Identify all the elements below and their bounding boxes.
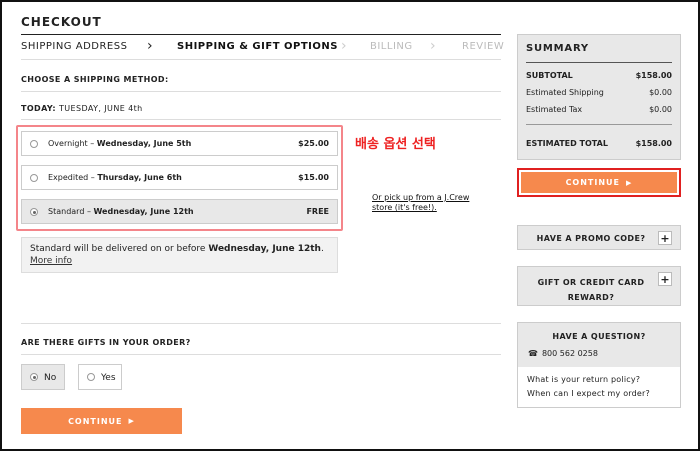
title-divider: [21, 34, 501, 35]
button-label: CONTINUE: [68, 416, 123, 426]
radio-button-selected[interactable]: [30, 373, 38, 381]
checkout-steps: SHIPPING ADDRESS › SHIPPING & GIFT OPTIO…: [21, 38, 505, 55]
shipping-method-heading: CHOOSE A SHIPPING METHOD:: [21, 75, 169, 84]
divider: [21, 354, 501, 355]
chevron-right-icon: ›: [430, 38, 436, 54]
phone-icon: ☎: [528, 349, 538, 358]
gift-option-yes[interactable]: Yes: [78, 364, 122, 390]
shipping-option-standard[interactable]: Standard – Wednesday, June 12th FREE: [21, 199, 338, 224]
divider: [21, 323, 501, 324]
today-date: TODAY: TUESDAY, JUNE 4th: [21, 104, 143, 113]
shipping-option-expedited[interactable]: Expedited – Thursday, June 6th $15.00: [21, 165, 338, 190]
summary-row-tax: Estimated Tax $0.00: [526, 105, 672, 114]
annotation-label: 배송 옵션 선택: [355, 137, 436, 152]
gift-card-toggle[interactable]: GIFT OR CREDIT CARD REWARD? +: [517, 266, 681, 306]
continue-button-sidebar[interactable]: CONTINUE ▶: [521, 172, 677, 193]
promo-code-toggle[interactable]: HAVE A PROMO CODE? +: [517, 225, 681, 250]
faq-return-policy-link[interactable]: What is your return policy?: [527, 375, 640, 384]
caret-right-icon: ▶: [128, 417, 135, 425]
row-value: $0.00: [649, 88, 672, 97]
gift-option-no[interactable]: No: [21, 364, 65, 390]
delivery-info-box: Standard will be delivered on or before …: [21, 237, 338, 273]
radio-button[interactable]: [87, 373, 95, 381]
help-panel: HAVE A QUESTION? ☎ 800 562 0258 What is …: [517, 322, 681, 408]
plus-icon[interactable]: +: [658, 231, 672, 245]
summary-row-shipping: Estimated Shipping $0.00: [526, 88, 672, 97]
summary-row-total: ESTIMATED TOTAL $158.00: [526, 139, 672, 148]
step-review: REVIEW: [462, 41, 505, 52]
step-billing: BILLING: [370, 41, 413, 52]
step-shipping-gift-options: SHIPPING & GIFT OPTIONS: [177, 41, 338, 52]
summary-divider: [526, 62, 672, 63]
gift-card-label: GIFT OR CREDIT CARD REWARD?: [537, 278, 645, 302]
continue-button-bottom[interactable]: CONTINUE ▶: [21, 408, 182, 434]
faq-order-timing-link[interactable]: When can I expect my order?: [527, 389, 650, 398]
option-label: No: [44, 373, 57, 383]
phone-number: 800 562 0258: [541, 349, 598, 358]
option-price: $15.00: [298, 173, 329, 182]
chevron-right-icon: ›: [147, 38, 153, 54]
phone-contact[interactable]: ☎ 800 562 0258: [528, 349, 598, 358]
gifts-question: ARE THERE GIFTS IN YOUR ORDER?: [21, 338, 191, 347]
option-label: Overnight – Wednesday, June 5th: [48, 139, 192, 148]
summary-divider: [526, 124, 672, 125]
radio-button[interactable]: [30, 140, 38, 148]
help-title: HAVE A QUESTION?: [552, 332, 646, 341]
radio-button[interactable]: [30, 174, 38, 182]
divider: [21, 119, 501, 120]
row-value: $158.00: [635, 139, 672, 148]
summary-title: SUMMARY: [526, 43, 589, 54]
chevron-right-icon: ›: [341, 38, 347, 54]
row-label: ESTIMATED TOTAL: [526, 139, 608, 148]
option-label: Standard – Wednesday, June 12th: [48, 207, 194, 216]
summary-row-subtotal: SUBTOTAL $158.00: [526, 71, 672, 80]
row-label: Estimated Shipping: [526, 88, 604, 97]
steps-divider: [21, 59, 501, 60]
divider: [21, 91, 501, 92]
shipping-option-overnight[interactable]: Overnight – Wednesday, June 5th $25.00: [21, 131, 338, 156]
help-header: HAVE A QUESTION? ☎ 800 562 0258: [518, 323, 680, 367]
caret-right-icon: ▶: [626, 178, 633, 187]
row-label: Estimated Tax: [526, 105, 583, 114]
option-label: Yes: [101, 373, 116, 383]
row-value: $158.00: [635, 71, 672, 80]
plus-icon[interactable]: +: [658, 272, 672, 286]
option-label: Expedited – Thursday, June 6th: [48, 173, 182, 182]
radio-button-selected[interactable]: [30, 208, 38, 216]
button-label: CONTINUE: [565, 178, 621, 187]
promo-label: HAVE A PROMO CODE?: [536, 234, 646, 243]
page-title: CHECKOUT: [21, 15, 102, 29]
more-info-link[interactable]: More info: [30, 256, 72, 266]
step-shipping-address[interactable]: SHIPPING ADDRESS: [21, 41, 127, 52]
store-pickup-link[interactable]: Or pick up from a J.Crew store (it's fre…: [372, 193, 492, 213]
row-value: $0.00: [649, 105, 672, 114]
option-price: $25.00: [298, 139, 329, 148]
option-price: FREE: [306, 207, 329, 216]
row-label: SUBTOTAL: [526, 71, 573, 80]
